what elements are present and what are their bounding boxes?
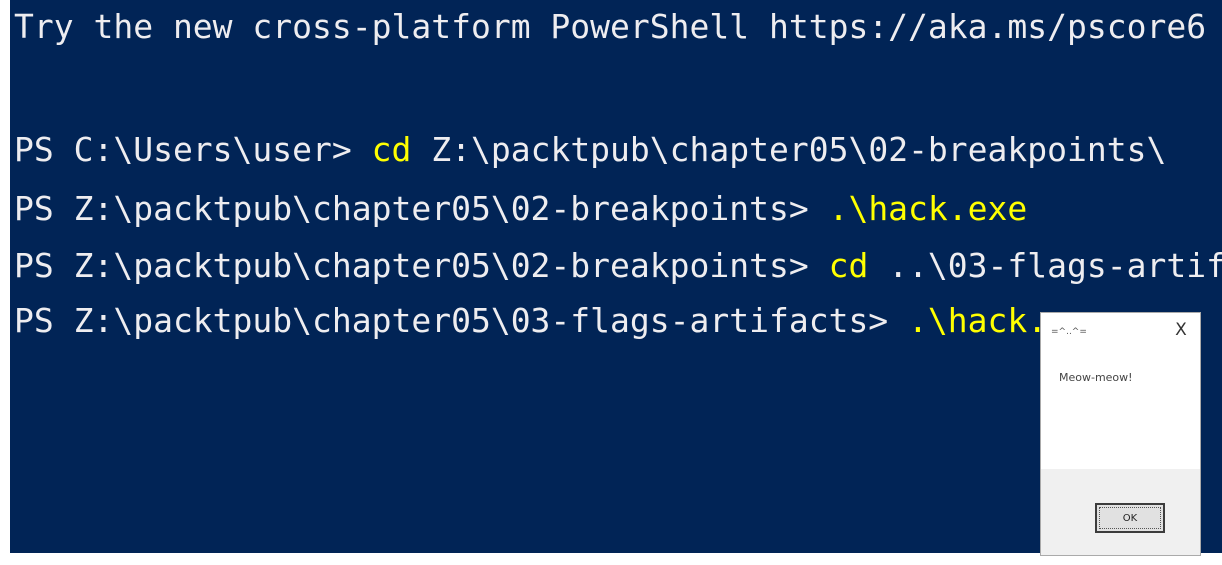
- dialog-body: [1041, 349, 1200, 469]
- command-argument: Z:\packtpub\chapter05\02-breakpoints\: [411, 130, 1167, 169]
- close-icon[interactable]: X: [1172, 321, 1190, 339]
- prompt: PS Z:\packtpub\chapter05\02-breakpoints>: [14, 246, 829, 285]
- terminal-line-3: PS Z:\packtpub\chapter05\02-breakpoints>…: [14, 245, 1222, 286]
- banner-line: Try the new cross-platform PowerShell ht…: [14, 7, 1207, 46]
- prompt: PS Z:\packtpub\chapter05\02-breakpoints>: [14, 189, 829, 228]
- terminal-line-4: PS Z:\packtpub\chapter05\03-flags-artifa…: [14, 300, 1107, 341]
- dialog-title: =^..^=: [1051, 327, 1087, 337]
- ok-button[interactable]: OK: [1095, 503, 1165, 533]
- terminal-line-1: PS C:\Users\user> cd Z:\packtpub\chapter…: [14, 129, 1166, 170]
- terminal-line-2: PS Z:\packtpub\chapter05\02-breakpoints>…: [14, 188, 1027, 229]
- command: cd: [828, 246, 869, 285]
- prompt: PS C:\Users\user>: [14, 130, 372, 169]
- message-box-dialog: =^..^= X Meow-meow! OK: [1040, 312, 1201, 556]
- command: cd: [371, 130, 412, 169]
- prompt: PS Z:\packtpub\chapter05\03-flags-artifa…: [14, 301, 909, 340]
- dialog-footer: OK: [1041, 469, 1200, 555]
- command-argument: ..\03-flags-artifacts\: [888, 246, 1222, 285]
- dialog-message: Meow-meow!: [1059, 371, 1133, 384]
- dialog-titlebar[interactable]: =^..^= X: [1041, 313, 1200, 349]
- command: .\hack.exe: [828, 189, 1028, 228]
